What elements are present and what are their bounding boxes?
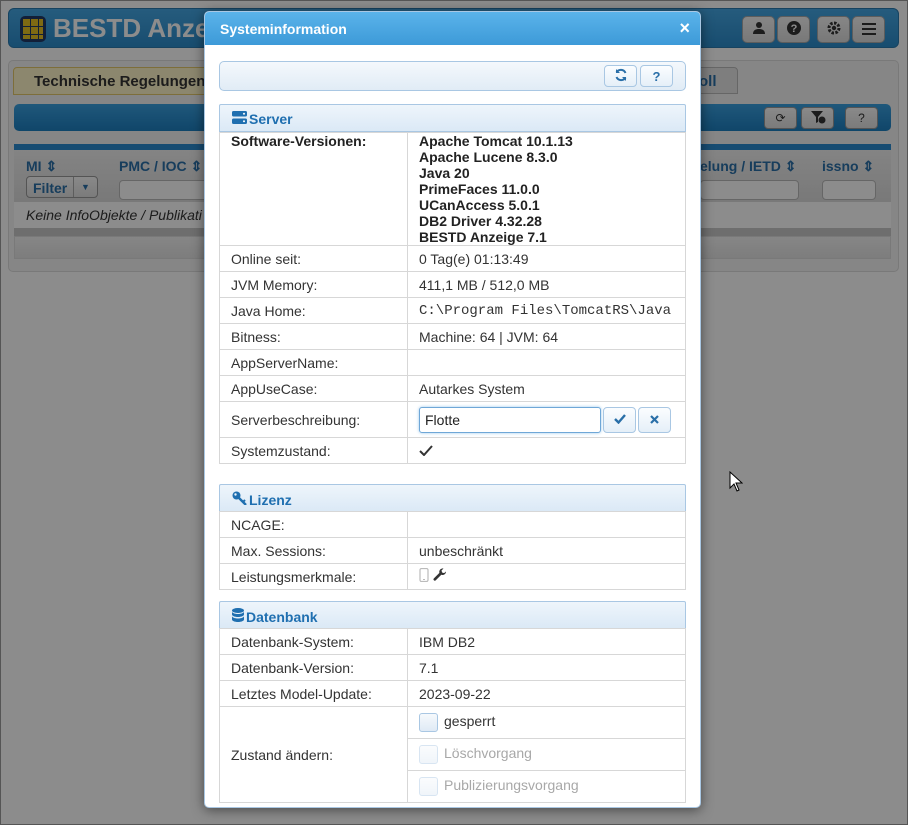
table-row: Software-Versionen: Apache Tomcat 10.1.1… [219,132,686,246]
online-label: Online seit: [219,245,408,272]
option-publishing: Publizierungsvorgang [407,770,686,803]
cancel-description-button[interactable] [638,406,671,433]
version-item: Apache Tomcat 10.1.13 [419,133,573,149]
db-system-label: Datenbank-System: [219,628,408,655]
close-icon [650,412,659,427]
locked-checkbox[interactable] [419,713,438,732]
wrench-icon [433,568,447,585]
section-title: Datenbank [246,609,318,625]
save-description-button[interactable] [603,406,636,433]
sessions-label: Max. Sessions: [219,537,408,564]
appusecase-label: AppUseCase: [219,375,408,402]
state-label: Systemzustand: [219,437,408,464]
table-row: Datenbank-Version: 7.1 [219,654,686,681]
state-value [407,437,686,464]
dialog-title: Systeminformation [220,21,347,37]
appservername-value [407,349,686,376]
table-row: Leistungsmerkmale: [219,563,686,590]
version-item: DB2 Driver 4.32.28 [419,213,542,229]
javahome-label: Java Home: [219,297,408,324]
table-row: Java Home: C:\Program Files\TomcatRS\Jav… [219,297,686,324]
description-label: Serverbeschreibung: [219,401,408,438]
db-version-label: Datenbank-Version: [219,654,408,681]
check-icon [613,412,626,427]
section-server: Server [219,104,686,132]
version-item: Apache Lucene 8.3.0 [419,149,558,165]
version-item: PrimeFaces 11.0.0 [419,181,540,197]
version-item: Java 20 [419,165,470,181]
system-info-dialog: Systeminformation × ? Server Software-Ve… [204,11,701,808]
server-description-input[interactable]: Flotte [419,406,601,433]
key-icon [232,491,247,508]
option-deleting: Löschvorgang [407,738,686,771]
option-label: gesperrt [444,713,496,730]
server-icon [232,111,247,127]
mouse-cursor-icon [729,470,744,495]
software-versions: Apache Tomcat 10.1.13 Apache Lucene 8.3.… [407,132,686,246]
section-title: Server [249,111,293,127]
software-label: Software-Versionen: [219,132,408,246]
features-label: Leistungsmerkmale: [219,563,408,590]
bitness-value: Machine: 64 | JVM: 64 [407,323,686,350]
table-row: Online seit: 0 Tag(e) 01:13:49 [219,245,686,272]
table-row: AppUseCase: Autarkes System [219,375,686,402]
table-row: Bitness: Machine: 64 | JVM: 64 [219,323,686,350]
jvm-label: JVM Memory: [219,271,408,298]
appusecase-value: Autarkes System [407,375,686,402]
option-locked[interactable]: gesperrt [407,706,686,739]
change-state-label: Zustand ändern: [219,706,408,803]
dialog-refresh-button[interactable] [604,65,637,87]
publishing-checkbox [419,777,438,796]
section-title: Lizenz [249,492,292,508]
close-icon[interactable]: × [679,18,690,39]
option-label: Publizierungsvorgang [444,777,579,794]
table-row: Systemzustand: [219,437,686,464]
help-label: ? [652,68,661,84]
table-row: AppServerName: [219,349,686,376]
table-row: NCAGE: [219,511,686,538]
features-value [407,563,686,590]
option-label: Löschvorgang [444,745,532,762]
jvm-value: 411,1 MB / 512,0 MB [407,271,686,298]
table-row: Zustand ändern: gesperrt [219,706,686,803]
model-update-label: Letztes Model-Update: [219,680,408,707]
sessions-value: unbeschränkt [407,537,686,564]
dialog-toolbar: ? [219,61,686,91]
section-database: Datenbank [219,601,686,629]
online-value: 0 Tag(e) 01:13:49 [407,245,686,272]
table-row: JVM Memory: 411,1 MB / 512,0 MB [219,271,686,298]
table-row: Letztes Model-Update: 2023-09-22 [219,680,686,707]
check-icon [419,443,433,459]
version-item: BESTD Anzeige 7.1 [419,229,547,245]
refresh-icon [614,68,628,85]
description-cell: Flotte [407,401,686,438]
table-row: Serverbeschreibung: Flotte [219,401,686,438]
db-version-value: 7.1 [407,654,686,681]
javahome-value: C:\Program Files\TomcatRS\Java [407,297,686,324]
database-table: Datenbank-System: IBM DB2 Datenbank-Vers… [219,628,686,803]
model-update-value: 2023-09-22 [407,680,686,707]
db-system-value: IBM DB2 [407,628,686,655]
ncage-value [407,511,686,538]
section-license: Lizenz [219,484,686,512]
deleting-checkbox [419,745,438,764]
dialog-help-button[interactable]: ? [640,65,673,87]
license-table: NCAGE: Max. Sessions: unbeschränkt Leist… [219,511,686,590]
appservername-label: AppServerName: [219,349,408,376]
server-table: Software-Versionen: Apache Tomcat 10.1.1… [219,132,686,464]
version-item: UCanAccess 5.0.1 [419,197,540,213]
database-icon [232,608,244,625]
table-row: Datenbank-System: IBM DB2 [219,628,686,655]
table-row: Max. Sessions: unbeschränkt [219,537,686,564]
dialog-titlebar: Systeminformation × [205,12,700,45]
mobile-icon [419,567,433,585]
bitness-label: Bitness: [219,323,408,350]
ncage-label: NCAGE: [219,511,408,538]
